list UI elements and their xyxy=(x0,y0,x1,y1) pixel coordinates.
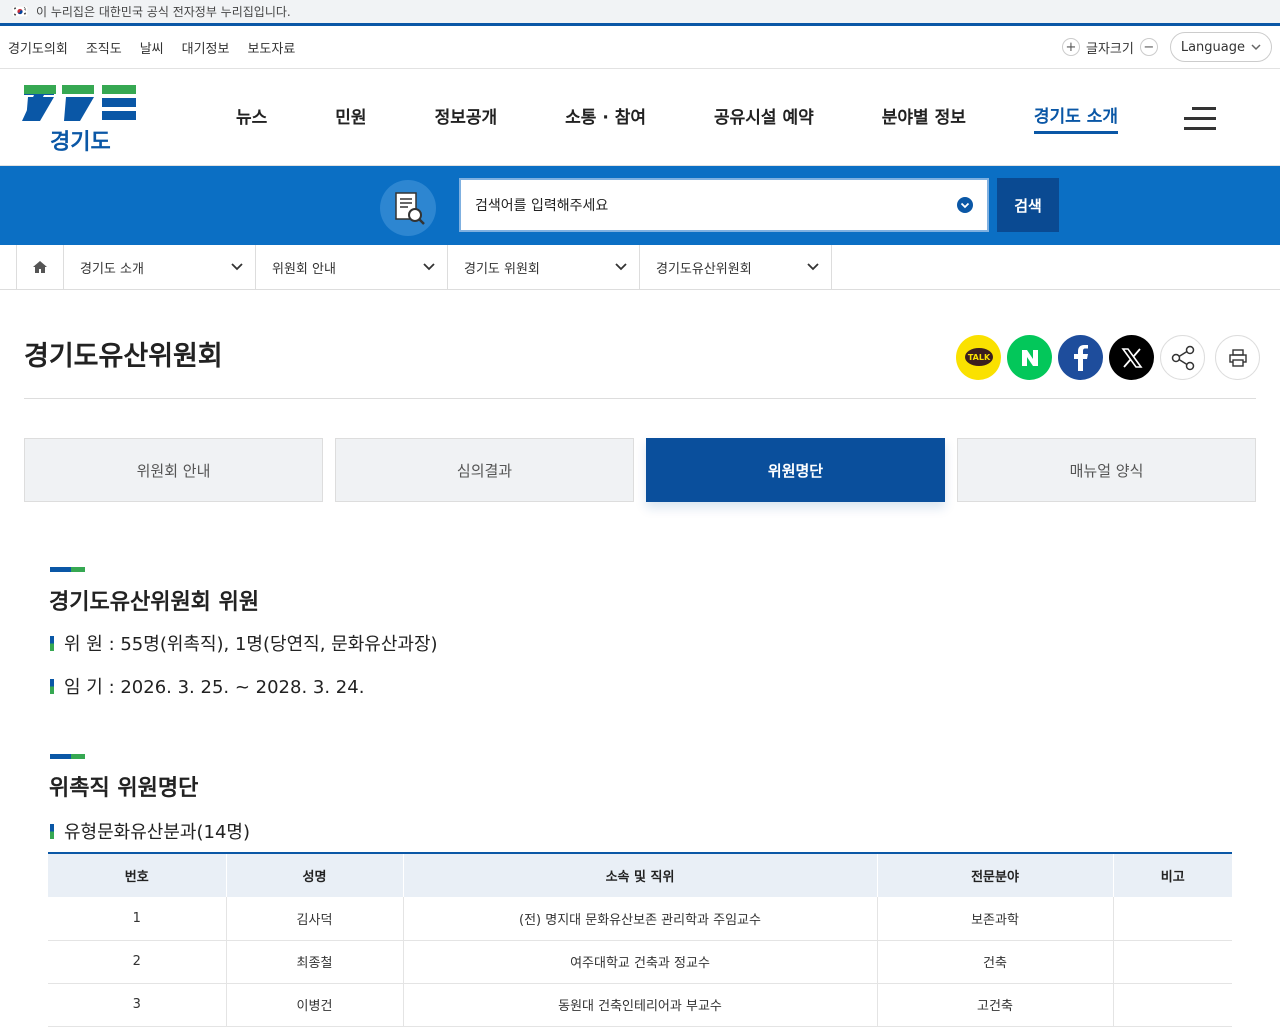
svg-text:경기도: 경기도 xyxy=(50,130,111,155)
title-divider xyxy=(24,398,1256,399)
table-header-row: 번호 성명 소속 및 직위 전문분야 비고 xyxy=(48,852,1232,897)
font-size-label: 글자크기 xyxy=(1086,41,1134,57)
tab-committee-info[interactable]: 위원회 안내 xyxy=(24,438,323,502)
share-bar: TALK xyxy=(956,335,1260,380)
section-deco xyxy=(50,754,85,759)
table-row: 2 최종철 여주대학교 건축과 정교수 건축 xyxy=(48,940,1232,984)
sub-tabs: 위원회 안내 심의결과 위원명단 매뉴얼 양식 xyxy=(24,438,1256,502)
chevron-down-icon xyxy=(615,263,627,271)
member-table: 번호 성명 소속 및 직위 전문분야 비고 1 김사덕 (전) 명지대 문화유산… xyxy=(48,852,1232,1027)
x-icon[interactable] xyxy=(1109,335,1154,380)
share-icon[interactable] xyxy=(1160,335,1205,380)
nav-about[interactable]: 경기도 소개 xyxy=(1033,102,1118,134)
menu-icon[interactable] xyxy=(1184,107,1216,131)
tab-manual-forms[interactable]: 매뉴얼 양식 xyxy=(957,438,1256,502)
kakaotalk-icon[interactable]: TALK xyxy=(956,335,1001,380)
chevron-down-icon xyxy=(231,263,243,271)
facebook-icon[interactable] xyxy=(1058,335,1103,380)
search-bar: 검색어를 입력해주세요 검색 xyxy=(0,166,1280,245)
members-count-line: 위 원 : 55명(위촉직), 1명(당연직, 문화유산과장) xyxy=(50,630,438,656)
col-affiliation: 소속 및 직위 xyxy=(403,852,878,897)
breadcrumb: 경기도 소개 위원회 안내 경기도 위원회 경기도유산위원회 xyxy=(0,245,1280,290)
language-label: Language xyxy=(1180,39,1245,55)
gov-banner: 이 누리집은 대한민국 공식 전자정부 누리집입니다. xyxy=(0,0,1280,26)
utility-links: 경기도의회 조직도 날씨 대기정보 보도자료 xyxy=(8,38,295,57)
page-title: 경기도유산위원회 xyxy=(24,341,223,372)
main-nav: 뉴스 민원 정보공개 소통 · 참여 공유시설 예약 분야별 정보 경기도 소개 xyxy=(236,69,1186,166)
table-row: 1 김사덕 (전) 명지대 문화유산보존 관리학과 주임교수 보존과학 xyxy=(48,897,1232,941)
utility-bar: 경기도의회 조직도 날씨 대기정보 보도자료 + 글자크기 − Language xyxy=(0,26,1280,69)
col-name: 성명 xyxy=(226,852,404,897)
util-link-air-quality[interactable]: 대기정보 xyxy=(182,38,230,57)
nav-info[interactable]: 정보공개 xyxy=(435,103,498,132)
search-placeholder: 검색어를 입력해주세요 xyxy=(475,198,609,214)
tab-review-results[interactable]: 심의결과 xyxy=(335,438,634,502)
nav-civil[interactable]: 민원 xyxy=(335,103,366,132)
section-title-members: 경기도유산위원회 위원 xyxy=(49,590,260,615)
subsection-title-tangible: 유형문화유산분과(14명) xyxy=(50,818,250,844)
util-link-council[interactable]: 경기도의회 xyxy=(8,38,68,57)
tab-member-list[interactable]: 위원명단 xyxy=(646,438,945,502)
nav-facility[interactable]: 공유시설 예약 xyxy=(714,103,814,132)
naver-icon[interactable] xyxy=(1007,335,1052,380)
font-decrease-button[interactable]: − xyxy=(1139,38,1158,56)
nav-news[interactable]: 뉴스 xyxy=(236,103,267,132)
chevron-down-icon xyxy=(807,263,819,271)
chevron-down-icon xyxy=(423,263,435,271)
gov-banner-text: 이 누리집은 대한민국 공식 전자정부 누리집입니다. xyxy=(36,5,291,19)
col-number: 번호 xyxy=(48,852,227,897)
term-line: 임 기 : 2026. 3. 25. ~ 2028. 3. 24. xyxy=(50,673,364,699)
breadcrumb-item-heritage-committee[interactable]: 경기도유산위원회 xyxy=(640,245,832,289)
breadcrumb-item-gyeonggi-committee[interactable]: 경기도 위원회 xyxy=(448,245,640,289)
section-deco xyxy=(50,567,85,572)
breadcrumb-item-committee-info[interactable]: 위원회 안내 xyxy=(256,245,448,289)
print-icon[interactable] xyxy=(1215,335,1260,380)
table-row: 3 이병건 동원대 건축인테리어과 부교수 고건축 xyxy=(48,983,1232,1027)
col-field: 전문분야 xyxy=(877,852,1114,897)
search-input[interactable]: 검색어를 입력해주세요 xyxy=(459,178,989,232)
col-note: 비고 xyxy=(1113,852,1232,897)
util-link-press[interactable]: 보도자료 xyxy=(247,38,295,57)
document-search-icon xyxy=(380,180,436,236)
nav-field-info[interactable]: 분야별 정보 xyxy=(882,103,966,132)
site-header: 경기도 뉴스 민원 정보공개 소통 · 참여 공유시설 예약 분야별 정보 경기… xyxy=(0,69,1280,166)
util-link-org-chart[interactable]: 조직도 xyxy=(86,38,122,57)
chevron-down-circle-icon[interactable] xyxy=(957,197,973,213)
font-size-control: + 글자크기 − xyxy=(1062,38,1158,57)
korean-flag-icon xyxy=(12,6,28,17)
font-increase-button[interactable]: + xyxy=(1062,38,1080,56)
nav-participation[interactable]: 소통 · 참여 xyxy=(565,103,646,132)
section-title-appointed: 위촉직 위원명단 xyxy=(49,776,199,801)
language-select[interactable]: Language xyxy=(1169,32,1272,62)
svg-text:TALK: TALK xyxy=(967,353,990,362)
gyeonggi-logo[interactable]: 경기도 xyxy=(22,81,138,155)
breadcrumb-item-about[interactable]: 경기도 소개 xyxy=(64,245,256,289)
util-link-weather[interactable]: 날씨 xyxy=(140,38,164,57)
home-icon[interactable] xyxy=(16,245,64,289)
chevron-down-icon xyxy=(1251,43,1261,50)
search-button[interactable]: 검색 xyxy=(997,178,1059,232)
